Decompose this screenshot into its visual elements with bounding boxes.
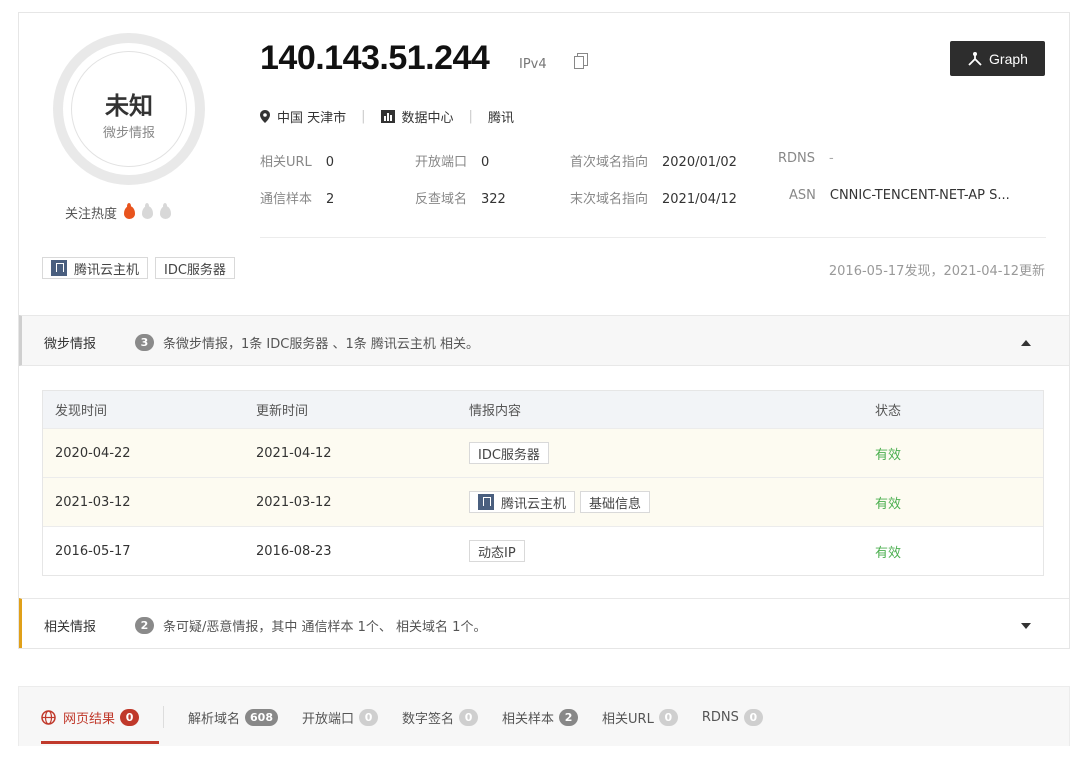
cell-content: IDC服务器 xyxy=(469,442,875,464)
location-pin-icon xyxy=(260,110,270,123)
table-row[interactable]: 2016-05-17 2016-08-23 动态IP 有效 xyxy=(43,526,1043,575)
found-updated-date: 2016-05-17发现，2021-04-12更新 xyxy=(828,264,1045,279)
flame-icon xyxy=(142,203,154,219)
tag-idc-server[interactable]: IDC服务器 xyxy=(469,442,549,464)
tag-idc-server[interactable]: IDC服务器 xyxy=(155,257,235,279)
flame-icon xyxy=(124,203,136,219)
stat-samples: 通信样本 2 xyxy=(260,192,335,207)
bookmark-icon xyxy=(51,260,67,276)
graph-label: Graph xyxy=(989,50,1028,67)
related-summary: 2 条可疑/恶意情报，其中 通信样本 1个、 相关域名 1个。 xyxy=(135,616,486,635)
graph-button[interactable]: Graph xyxy=(950,41,1045,76)
stat-last-resolve: 末次域名指向 2021/04/12 xyxy=(570,192,737,207)
tab-related-url[interactable]: 相关URL 0 xyxy=(602,708,678,727)
stat-related-url: 相关URL 0 xyxy=(260,155,335,170)
ip-tags: 腾讯云主机 IDC服务器 xyxy=(42,257,235,279)
tab-rdns[interactable]: RDNS 0 xyxy=(702,708,763,726)
datacenter-icon xyxy=(380,110,395,123)
intel-section-header[interactable]: 微步情报 3 条微步情报，1条 IDC服务器 、1条 腾讯云主机 相关。 xyxy=(19,315,1069,366)
ip-summary-card: 未知 微步情报 关注热度 140.143.51.244 IPv4 Graph 中… xyxy=(18,12,1070,649)
stat-first-resolve: 首次域名指向 2020/01/02 xyxy=(570,155,737,170)
collapse-icon[interactable] xyxy=(1021,340,1031,346)
ip-address: 140.143.51.244 xyxy=(260,39,490,77)
verdict-source: 微步情报 xyxy=(102,126,155,141)
flame-icon xyxy=(160,203,172,219)
tag-basic-info[interactable]: 基础信息 xyxy=(580,491,651,513)
ip-org: 腾讯 xyxy=(487,111,514,126)
table-row[interactable]: 2021-03-12 2021-03-12 腾讯云主机 基础信息 有效 xyxy=(43,477,1043,526)
col-updated: 更新时间 xyxy=(256,404,309,419)
col-found: 发现时间 xyxy=(55,404,108,419)
cell-updated: 2021-03-12 xyxy=(256,494,332,510)
stat-rdns: RDNS - xyxy=(778,151,834,166)
threat-verdict: 未知 xyxy=(105,92,153,120)
cell-found: 2016-05-17 xyxy=(55,543,131,559)
stat-asn: ASN CNNIC-TENCENT-NET-AP S... xyxy=(789,188,1010,203)
tab-digital-signature[interactable]: 数字签名 0 xyxy=(402,708,479,727)
col-content: 情报内容 xyxy=(469,404,522,419)
cell-updated: 2021-04-12 xyxy=(256,445,332,461)
cell-found: 2020-04-22 xyxy=(55,445,131,461)
expand-icon[interactable] xyxy=(1021,623,1031,629)
ip-type: 数据中心 xyxy=(401,111,454,126)
globe-icon xyxy=(41,709,56,725)
stat-open-ports: 开放端口 0 xyxy=(415,155,490,170)
active-tab-indicator xyxy=(41,741,159,744)
divider xyxy=(260,237,1046,238)
bookmark-icon xyxy=(478,494,494,510)
cell-updated: 2016-08-23 xyxy=(256,543,332,559)
cell-content: 动态IP xyxy=(469,540,875,562)
location-text: 中国 天津市 xyxy=(277,111,347,126)
cell-content: 腾讯云主机 基础信息 xyxy=(469,491,875,513)
cell-status: 有效 xyxy=(875,496,902,512)
related-section-header[interactable]: 相关情报 2 条可疑/恶意情报，其中 通信样本 1个、 相关域名 1个。 xyxy=(19,598,1069,648)
tab-related-samples[interactable]: 相关样本 2 xyxy=(502,708,579,727)
tab-resolved-domains[interactable]: 解析域名 608 xyxy=(188,708,278,727)
intel-table: 发现时间 更新时间 情报内容 状态 2020-04-22 2021-04-12 … xyxy=(42,390,1044,576)
intel-section-title: 微步情报 xyxy=(44,337,97,352)
tab-web-results[interactable]: 网页结果 0 xyxy=(41,708,140,727)
cell-found: 2021-03-12 xyxy=(55,494,131,510)
table-header: 发现时间 更新时间 情报内容 状态 xyxy=(43,391,1043,428)
ip-version: IPv4 xyxy=(519,57,547,72)
stat-reverse-domains: 反查域名 322 xyxy=(415,192,506,207)
cell-status: 有效 xyxy=(875,545,902,561)
tab-open-ports[interactable]: 开放端口 0 xyxy=(302,708,379,727)
intel-count-badge: 3 xyxy=(135,334,154,351)
related-count-badge: 2 xyxy=(135,617,154,634)
intel-summary: 3 条微步情报，1条 IDC服务器 、1条 腾讯云主机 相关。 xyxy=(135,333,479,352)
attention-heat: 关注热度 xyxy=(65,203,172,222)
col-status: 状态 xyxy=(875,404,902,419)
heat-label: 关注热度 xyxy=(65,207,118,222)
related-section-title: 相关情报 xyxy=(44,620,97,635)
tag-dynamic-ip[interactable]: 动态IP xyxy=(469,540,525,562)
location-row: 中国 天津市 | 数据中心 | 腾讯 xyxy=(260,107,514,126)
cell-status: 有效 xyxy=(875,447,902,463)
threat-score-ring: 未知 微步情报 xyxy=(53,33,205,185)
result-tabs: 网页结果 0 解析域名 608 开放端口 0 数字签名 0 相关样本 2 相关URL 0 R… xyxy=(18,686,1070,746)
graph-icon xyxy=(968,51,982,66)
copy-icon[interactable] xyxy=(574,53,588,69)
table-row[interactable]: 2020-04-22 2021-04-12 IDC服务器 有效 xyxy=(43,428,1043,477)
tag-cloud-host[interactable]: 腾讯云主机 xyxy=(469,491,576,513)
tag-cloud-host[interactable]: 腾讯云主机 xyxy=(42,257,149,279)
